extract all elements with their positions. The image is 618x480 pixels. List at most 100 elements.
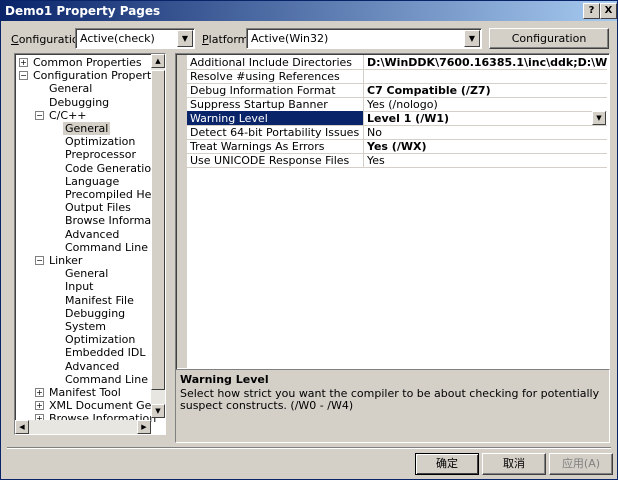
tree-item[interactable]: Debugging: [63, 307, 127, 320]
tree-horizontal-scrollbar[interactable]: ◀ ▶: [15, 420, 151, 434]
tree-item[interactable]: Preprocessor: [63, 148, 138, 161]
tree-item-label: General: [65, 267, 109, 281]
tree-item-label: System: [65, 320, 107, 333]
tree-item[interactable]: Embedded IDL: [63, 346, 147, 359]
tree-item-label: Linker: [49, 254, 83, 267]
scroll-down-icon[interactable]: ▼: [151, 404, 165, 418]
tree-item-label: Output Files: [65, 201, 131, 215]
tree-item-label: Optimization: [65, 135, 136, 149]
tree-item[interactable]: Input: [63, 280, 95, 293]
tree-item-label: Manifest Tool: [49, 386, 121, 399]
property-name: Resolve #using References: [190, 70, 340, 83]
title-bar: Demo1 Property Pages ? X: [1, 1, 617, 21]
property-row[interactable]: Suppress Startup Banner Yes (/nologo): [187, 97, 607, 112]
tree-item-label: Debugging: [49, 95, 110, 109]
description-text: Select how strict you want the compiler …: [180, 387, 600, 412]
scroll-left-icon[interactable]: ◀: [15, 420, 29, 434]
chevron-down-icon[interactable]: ▼: [592, 111, 606, 125]
divider: [7, 447, 611, 449]
description-panel: Warning Level Select how strict you want…: [175, 369, 610, 443]
tree-vertical-scrollbar[interactable]: ▲ ▼: [151, 54, 165, 418]
property-value[interactable]: Yes: [367, 154, 607, 167]
collapse-icon[interactable]: −: [19, 71, 28, 81]
collapse-icon[interactable]: −: [35, 256, 44, 265]
property-grid: Additional Include Directories D:\WinDDK\…: [175, 53, 610, 370]
platform-value: Active(Win32): [251, 32, 329, 45]
chevron-down-icon[interactable]: ▼: [177, 30, 193, 47]
scroll-right-icon[interactable]: ▶: [137, 420, 151, 434]
property-name: Use UNICODE Response Files: [190, 154, 350, 167]
tree-item[interactable]: General: [63, 122, 111, 135]
property-value[interactable]: No: [367, 126, 607, 139]
tree-item-label: C/C++: [49, 108, 87, 122]
configuration-value: Active(check): [80, 32, 155, 45]
property-row[interactable]: Use UNICODE Response Files Yes: [187, 153, 607, 168]
property-row[interactable]: Resolve #using References: [187, 69, 607, 84]
property-value[interactable]: Level 1 (/W1): [367, 112, 607, 125]
column-separator: [363, 55, 364, 69]
expand-icon[interactable]: +: [19, 58, 28, 67]
tree-item-label: Preprocessor: [65, 148, 137, 162]
scroll-up-icon[interactable]: ▲: [151, 54, 165, 68]
property-row[interactable]: Debug Information Format C7 Compatible (/…: [187, 83, 607, 98]
help-button[interactable]: ?: [583, 3, 600, 19]
tree-item[interactable]: − Configuration Properties: [19, 69, 166, 83]
property-value[interactable]: C7 Compatible (/Z7): [367, 84, 607, 97]
scroll-thumb[interactable]: [151, 70, 165, 390]
tree-item[interactable]: Debugging: [47, 96, 111, 109]
property-name: Warning Level: [190, 112, 268, 125]
tree-item-label: Advanced: [65, 227, 120, 241]
property-row[interactable]: Warning Level Level 1 (/W1) ▼: [187, 111, 607, 126]
tree-item[interactable]: Advanced: [63, 228, 121, 241]
tree-item[interactable]: Command Line: [63, 373, 150, 386]
property-value[interactable]: Yes (/WX): [367, 140, 607, 153]
tree-item[interactable]: General: [47, 82, 94, 95]
apply-button[interactable]: 应用(A): [549, 453, 613, 475]
tree-item[interactable]: + Manifest Tool: [35, 386, 123, 399]
collapse-icon[interactable]: −: [35, 110, 44, 120]
property-row[interactable]: Additional Include Directories D:\WinDDK\…: [187, 55, 607, 70]
tree-item[interactable]: + XML Document Generator: [35, 399, 165, 413]
tree-item[interactable]: Code Generation: [63, 162, 160, 175]
tree-item[interactable]: + Common Properties: [19, 56, 144, 69]
tree-item-label: General: [63, 122, 111, 135]
tree-item[interactable]: System: [63, 320, 108, 333]
platform-select[interactable]: Active(Win32) ▼: [246, 28, 482, 49]
column-separator: [363, 139, 364, 153]
expand-icon[interactable]: +: [35, 388, 44, 397]
property-value[interactable]: Yes (/nologo): [367, 98, 607, 111]
column-separator: [363, 83, 364, 97]
tree-item[interactable]: Output Files: [63, 201, 133, 214]
property-tree: + Common Properties − Configuration Propert…: [14, 53, 166, 435]
configuration-select[interactable]: Active(check) ▼: [75, 28, 195, 49]
property-name: Detect 64-bit Portability Issues: [190, 126, 360, 139]
property-value[interactable]: D:\WinDDK\7600.16385.1\inc\ddk;D:\WinDDK…: [367, 56, 607, 69]
tree-item[interactable]: Language: [63, 175, 121, 188]
tree-item-label: Configuration Properties: [33, 69, 166, 83]
expand-icon[interactable]: +: [35, 401, 44, 411]
tree-item-label: Common Properties: [33, 56, 142, 69]
tree-item-label: XML Document Generator: [49, 399, 165, 413]
property-name: Treat Warnings As Errors: [190, 140, 325, 153]
tree-item[interactable]: Advanced: [63, 360, 121, 373]
tree-item[interactable]: General: [63, 267, 110, 280]
tree-item-label: Command Line: [65, 240, 148, 254]
property-row[interactable]: Detect 64-bit Portability Issues No: [187, 125, 607, 140]
tree-item-label: Embedded IDL: [65, 346, 146, 360]
grid-gutter: [177, 55, 187, 368]
tree-item[interactable]: − C/C++: [35, 108, 89, 122]
close-button[interactable]: X: [600, 3, 617, 19]
tree-item[interactable]: Optimization: [63, 135, 137, 148]
cancel-button[interactable]: 取消: [482, 453, 546, 475]
configuration-manager-button[interactable]: Configuration Manager...: [489, 28, 609, 64]
ok-button[interactable]: 确定: [415, 453, 479, 475]
tree-item[interactable]: − Linker: [35, 254, 84, 267]
chevron-down-icon[interactable]: ▼: [464, 30, 480, 47]
property-name: Additional Include Directories: [190, 56, 352, 69]
column-separator: [363, 97, 364, 111]
tree-item[interactable]: Command Line: [63, 241, 150, 254]
property-row[interactable]: Treat Warnings As Errors Yes (/WX): [187, 139, 607, 154]
tree-item[interactable]: Optimization: [63, 333, 137, 346]
column-separator: [363, 153, 364, 167]
tree-item[interactable]: Manifest File: [63, 294, 136, 307]
